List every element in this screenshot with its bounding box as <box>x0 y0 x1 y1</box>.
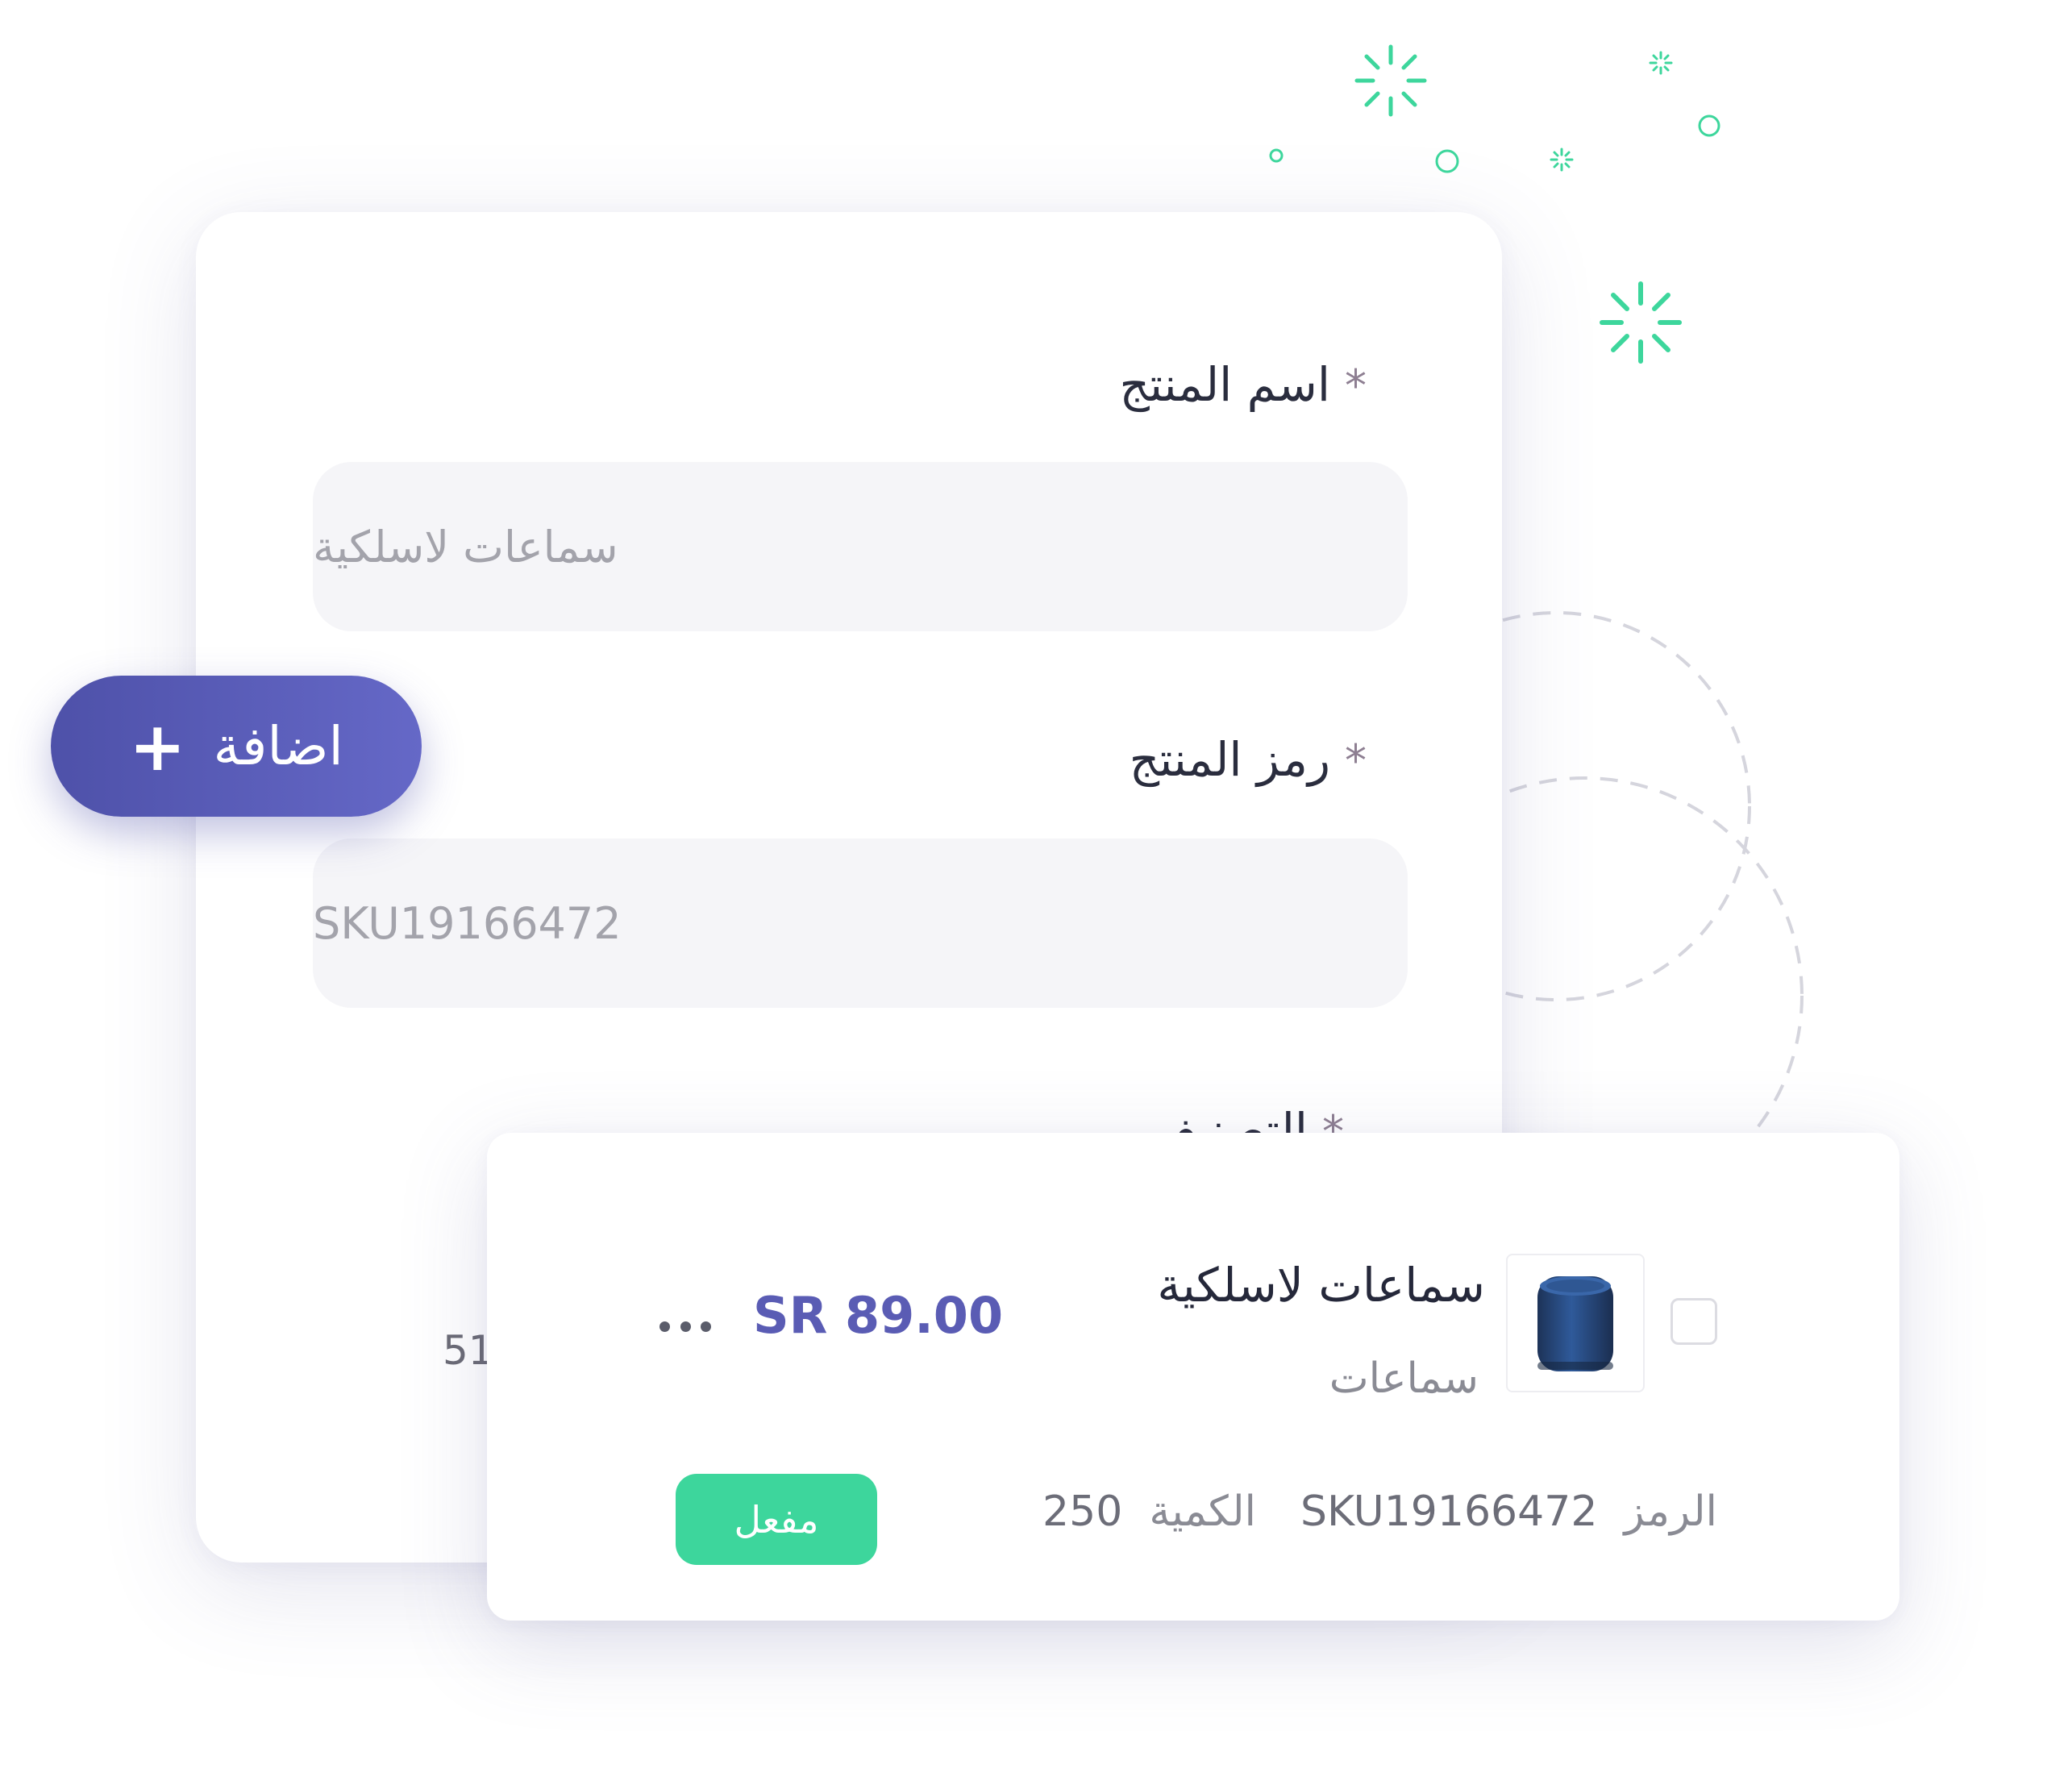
product-sku-value: SKU19166472 <box>313 897 622 949</box>
sku-meta: SKU19166472 الرمز <box>1300 1488 1717 1536</box>
product-list-card: سماعات لاسلكية سماعات SR 89.00 SKU191664… <box>487 1133 1899 1621</box>
more-dots-icon[interactable] <box>659 1318 711 1334</box>
sku-value: SKU19166472 <box>1300 1488 1598 1536</box>
dot <box>701 1321 711 1332</box>
speaker-icon <box>1537 1276 1613 1371</box>
product-name-value: سماعات لاسلكية <box>313 521 618 572</box>
product-name-label: * اسم المنتج <box>1119 357 1367 412</box>
sparkle-icon <box>1600 281 1682 364</box>
product-sku-input[interactable]: SKU19166472 <box>313 838 1408 1008</box>
product-thumbnail[interactable] <box>1506 1254 1645 1392</box>
required-mark: * <box>1345 360 1367 411</box>
plus-icon: + <box>129 706 186 786</box>
status-badge[interactable]: مفعل <box>676 1474 877 1565</box>
sparkle-icon <box>1550 148 1574 172</box>
product-name[interactable]: سماعات لاسلكية <box>1157 1258 1485 1313</box>
product-price: SR 89.00 <box>753 1286 1004 1345</box>
sku-label: الرمز <box>1624 1488 1717 1536</box>
product-name-label-text: اسم المنتج <box>1119 357 1330 412</box>
decorative-circle <box>1269 148 1284 163</box>
product-category: سماعات <box>1329 1354 1479 1403</box>
quantity-label: الكمية <box>1149 1488 1256 1536</box>
decorative-circle <box>1698 114 1720 137</box>
required-mark: * <box>1345 735 1367 786</box>
quantity-value: 250 <box>1042 1488 1123 1536</box>
select-checkbox[interactable] <box>1670 1298 1717 1345</box>
sparkle-icon <box>1354 44 1427 117</box>
dot <box>680 1321 691 1332</box>
quantity-meta: 250 الكمية <box>1042 1488 1256 1536</box>
dot <box>659 1321 670 1332</box>
decorative-circle <box>1435 149 1459 173</box>
add-button-label: اضافة <box>213 715 343 777</box>
product-name-input[interactable]: سماعات لاسلكية <box>313 462 1408 631</box>
add-button[interactable]: + اضافة <box>51 676 422 817</box>
product-sku-label: * رمز المنتج <box>1130 732 1367 787</box>
sparkle-icon <box>1649 51 1673 75</box>
product-sku-label-text: رمز المنتج <box>1129 732 1330 787</box>
